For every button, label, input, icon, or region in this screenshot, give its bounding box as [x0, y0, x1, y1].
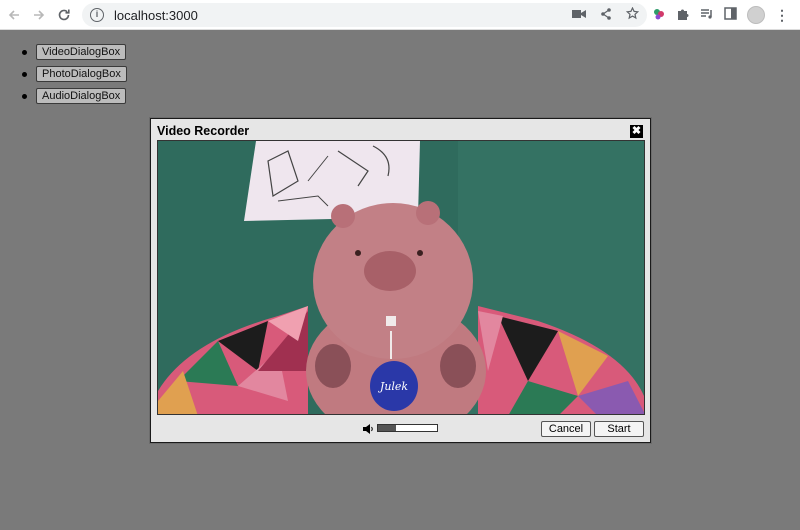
audio-dialog-button[interactable]: AudioDialogBox	[36, 88, 127, 104]
bullet-icon	[22, 49, 27, 55]
dialog-title: Video Recorder	[157, 124, 250, 138]
video-camera-icon[interactable]	[572, 8, 586, 22]
recorder-controls: Cancel Start	[151, 419, 650, 439]
media-queue-icon[interactable]	[700, 8, 714, 23]
list-item: AudioDialogBox	[22, 85, 127, 107]
site-info-icon[interactable]: i	[90, 8, 104, 22]
extension-colorful-icon[interactable]	[652, 7, 666, 24]
share-icon[interactable]	[600, 7, 612, 23]
bullet-icon	[22, 93, 27, 99]
speaker-icon	[362, 422, 374, 434]
close-icon[interactable]: ✖	[630, 125, 643, 138]
badge-text: Julek	[378, 380, 409, 393]
photo-dialog-button[interactable]: PhotoDialogBox	[36, 66, 127, 82]
dialog-launcher-list: VideoDialogBox PhotoDialogBox AudioDialo…	[22, 41, 127, 107]
forward-arrow-icon[interactable]	[28, 4, 50, 26]
bookmark-star-icon[interactable]	[625, 6, 640, 23]
side-panel-icon[interactable]	[724, 7, 737, 23]
video-preview: Julek	[157, 140, 645, 415]
audio-level-fill	[378, 425, 396, 431]
list-item: PhotoDialogBox	[22, 63, 127, 85]
bullet-icon	[22, 71, 27, 77]
browser-toolbar: i localhost:3000 ⋮	[0, 0, 800, 30]
video-dialog-button[interactable]: VideoDialogBox	[36, 44, 127, 60]
url-text: localhost:3000	[114, 7, 198, 23]
audio-level-meter	[377, 424, 438, 432]
reload-icon[interactable]	[53, 4, 75, 26]
start-button[interactable]: Start	[594, 421, 644, 437]
puzzle-icon[interactable]	[676, 7, 690, 24]
address-bar[interactable]: i localhost:3000	[82, 3, 647, 27]
back-arrow-icon[interactable]	[3, 4, 25, 26]
profile-avatar-icon[interactable]	[747, 6, 765, 24]
more-menu-icon[interactable]: ⋮	[775, 7, 789, 24]
list-item: VideoDialogBox	[22, 41, 127, 63]
video-recorder-dialog: Video Recorder ✖ Julek Cancel Start	[150, 118, 651, 443]
cancel-button[interactable]: Cancel	[541, 421, 591, 437]
